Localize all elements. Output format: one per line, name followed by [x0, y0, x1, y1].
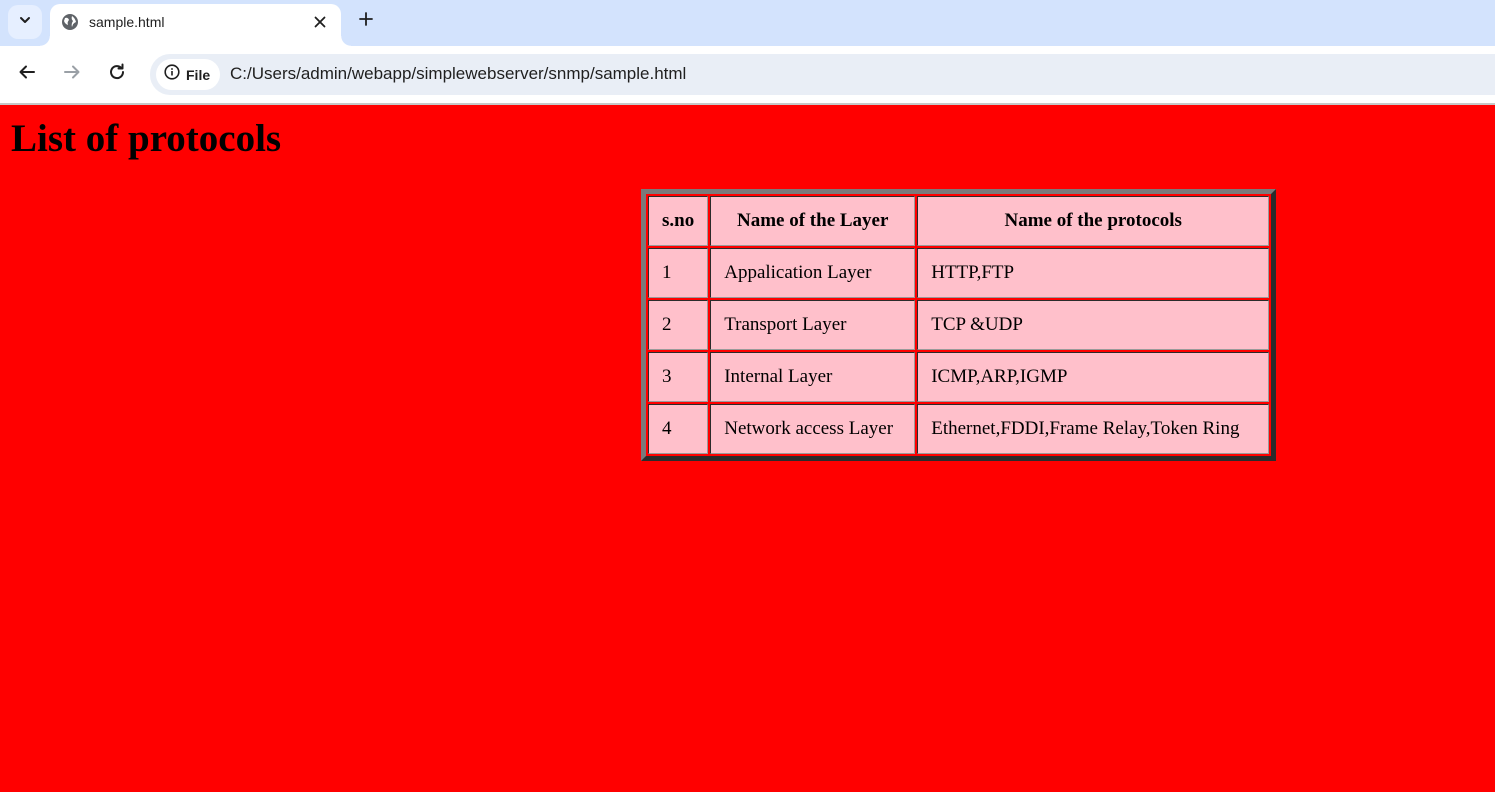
new-tab-button[interactable] — [354, 9, 378, 33]
cell-layer-name: Transport Layer — [710, 300, 916, 350]
table-row: 2 Transport Layer TCP &UDP — [648, 300, 1270, 350]
cell-sno: 4 — [648, 404, 709, 454]
cell-protocols: ICMP,ARP,IGMP — [917, 352, 1270, 402]
globe-icon — [61, 13, 79, 31]
cell-layer-name: Network access Layer — [710, 404, 916, 454]
cell-protocols: HTTP,FTP — [917, 248, 1270, 298]
page-body: List of protocols s.no Name of the Layer… — [0, 105, 1495, 792]
back-arrow-icon — [18, 63, 36, 86]
site-info-chip[interactable]: File — [156, 59, 220, 90]
table-row: 1 Appalication Layer HTTP,FTP — [648, 248, 1270, 298]
cell-layer-name: Internal Layer — [710, 352, 916, 402]
header-protocols: Name of the protocols — [917, 196, 1270, 246]
close-icon[interactable] — [309, 11, 331, 33]
page-title: List of protocols — [11, 117, 282, 160]
browser-toolbar: File C:/Users/admin/webapp/simplewebserv… — [0, 46, 1495, 103]
back-button[interactable] — [14, 61, 40, 87]
reload-icon — [108, 63, 126, 86]
plus-icon — [359, 11, 373, 31]
reload-button[interactable] — [104, 61, 130, 87]
header-sno: s.no — [648, 196, 709, 246]
cell-sno: 2 — [648, 300, 709, 350]
url-text[interactable]: C:/Users/admin/webapp/simplewebserver/sn… — [230, 64, 686, 84]
tab-search-button[interactable] — [8, 5, 42, 39]
tab-active[interactable]: sample.html — [40, 4, 351, 46]
forward-arrow-icon — [63, 63, 81, 86]
cell-protocols: TCP &UDP — [917, 300, 1270, 350]
protocols-table: s.no Name of the Layer Name of the proto… — [641, 189, 1277, 461]
address-bar[interactable]: File C:/Users/admin/webapp/simplewebserv… — [150, 54, 1495, 95]
tab-strip: sample.html — [0, 0, 1495, 46]
header-layer-name: Name of the Layer — [710, 196, 916, 246]
cell-sno: 1 — [648, 248, 709, 298]
tab-title: sample.html — [89, 14, 165, 30]
cell-layer-name: Appalication Layer — [710, 248, 916, 298]
chevron-down-icon — [18, 13, 32, 32]
cell-sno: 3 — [648, 352, 709, 402]
table-row: 4 Network access Layer Ethernet,FDDI,Fra… — [648, 404, 1270, 454]
table-row: 3 Internal Layer ICMP,ARP,IGMP — [648, 352, 1270, 402]
forward-button[interactable] — [59, 61, 85, 87]
table-header-row: s.no Name of the Layer Name of the proto… — [648, 196, 1270, 246]
cell-protocols: Ethernet,FDDI,Frame Relay,Token Ring — [917, 404, 1270, 454]
site-chip-label: File — [186, 66, 211, 83]
info-icon — [164, 64, 180, 85]
